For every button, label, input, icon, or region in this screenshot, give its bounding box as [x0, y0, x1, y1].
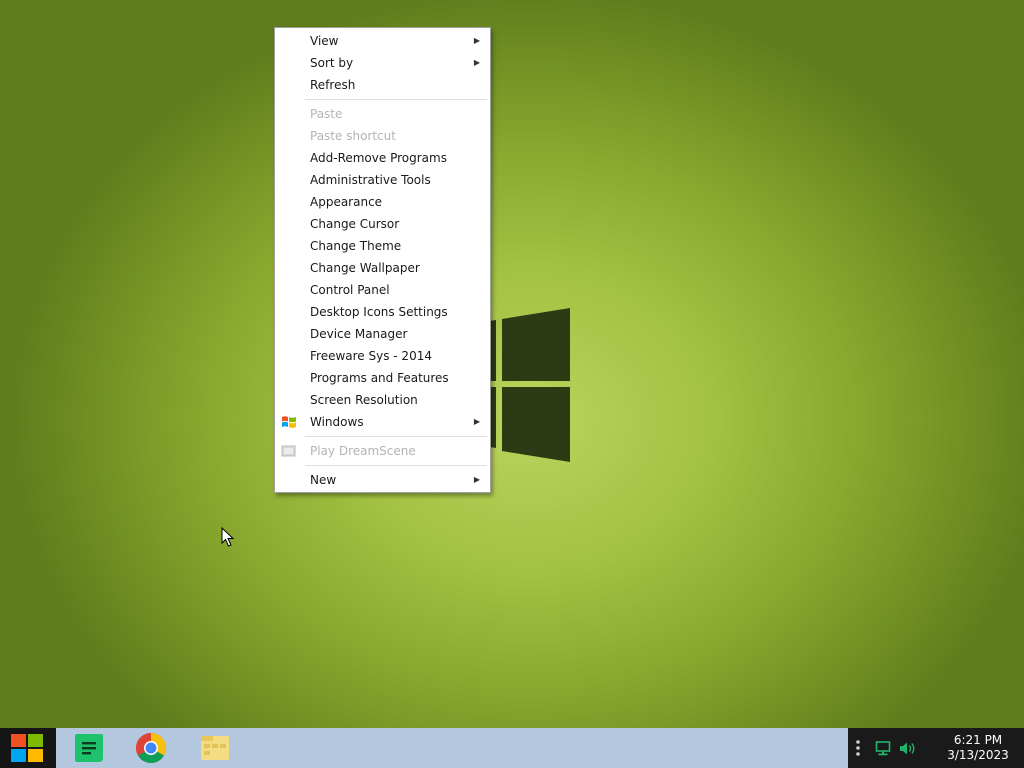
menu-item-refresh[interactable]: Refresh [276, 74, 489, 96]
menu-item-paste-shortcut: Paste shortcut [310, 129, 396, 143]
clock-time: 6:21 PM [953, 733, 1003, 747]
menu-item-programs-and-features[interactable]: Programs and Features [276, 367, 489, 389]
folder-icon [201, 736, 229, 760]
menu-item-change-theme[interactable]: Change Theme [276, 235, 489, 257]
menu-item-view[interactable]: View ▶ [276, 30, 489, 52]
menu-item-freeware-sys[interactable]: Freeware Sys - 2014 [276, 345, 489, 367]
dreamscene-icon [281, 445, 296, 457]
windows-logo-icon [11, 734, 43, 762]
menu-item-windows[interactable]: Windows ▶ [276, 411, 489, 433]
menu-item-new[interactable]: New ▶ [276, 469, 489, 491]
desktop[interactable]: View ▶ Sort by ▶ Refresh Paste Paste sho… [0, 0, 1024, 728]
system-tray: 6:21 PM 3/13/2023 [848, 728, 1024, 768]
menu-item-appearance[interactable]: Appearance [276, 191, 489, 213]
taskbar-app-file-explorer[interactable] [190, 728, 240, 768]
submenu-arrow-icon: ▶ [473, 58, 480, 67]
network-icon[interactable] [875, 741, 891, 756]
taskbar-clock[interactable]: 6:21 PM 3/13/2023 [936, 733, 1020, 763]
menu-item-administrative-tools[interactable]: Administrative Tools [276, 169, 489, 191]
menu-item-play-dreamscene: Play DreamScene [276, 440, 489, 462]
submenu-arrow-icon: ▶ [473, 36, 480, 45]
menu-item-change-cursor[interactable]: Change Cursor [276, 213, 489, 235]
menu-item-desktop-icons-settings[interactable]: Desktop Icons Settings [276, 301, 489, 323]
taskbar-app-chrome[interactable] [126, 728, 176, 768]
menu-item-change-wallpaper[interactable]: Change Wallpaper [276, 257, 489, 279]
menu-item-sort-by[interactable]: Sort by ▶ [276, 52, 489, 74]
notes-icon [75, 734, 103, 762]
menu-item-add-remove-programs[interactable]: Add-Remove Programs [276, 147, 489, 169]
start-button[interactable] [0, 728, 56, 768]
menu-separator [305, 436, 487, 437]
submenu-arrow-icon: ▶ [473, 417, 480, 426]
menu-item-control-panel[interactable]: Control Panel [276, 279, 489, 301]
menu-item-paste: Paste [310, 107, 343, 121]
menu-item-screen-resolution[interactable]: Screen Resolution [276, 389, 489, 411]
chrome-icon [135, 733, 167, 764]
desktop-context-menu: View ▶ Sort by ▶ Refresh Paste Paste sho… [274, 27, 491, 493]
taskbar-app-notes[interactable] [64, 728, 114, 768]
menu-item-device-manager[interactable]: Device Manager [276, 323, 489, 345]
menu-separator [305, 465, 487, 466]
windows-flag-icon [282, 416, 296, 428]
clock-date: 3/13/2023 [947, 748, 1009, 762]
volume-icon[interactable] [899, 741, 917, 756]
submenu-arrow-icon: ▶ [473, 475, 480, 484]
mouse-cursor-icon [221, 527, 235, 547]
overflow-dots-icon[interactable] [855, 740, 861, 756]
taskbar: 6:21 PM 3/13/2023 [0, 728, 1024, 768]
menu-separator [305, 99, 487, 100]
